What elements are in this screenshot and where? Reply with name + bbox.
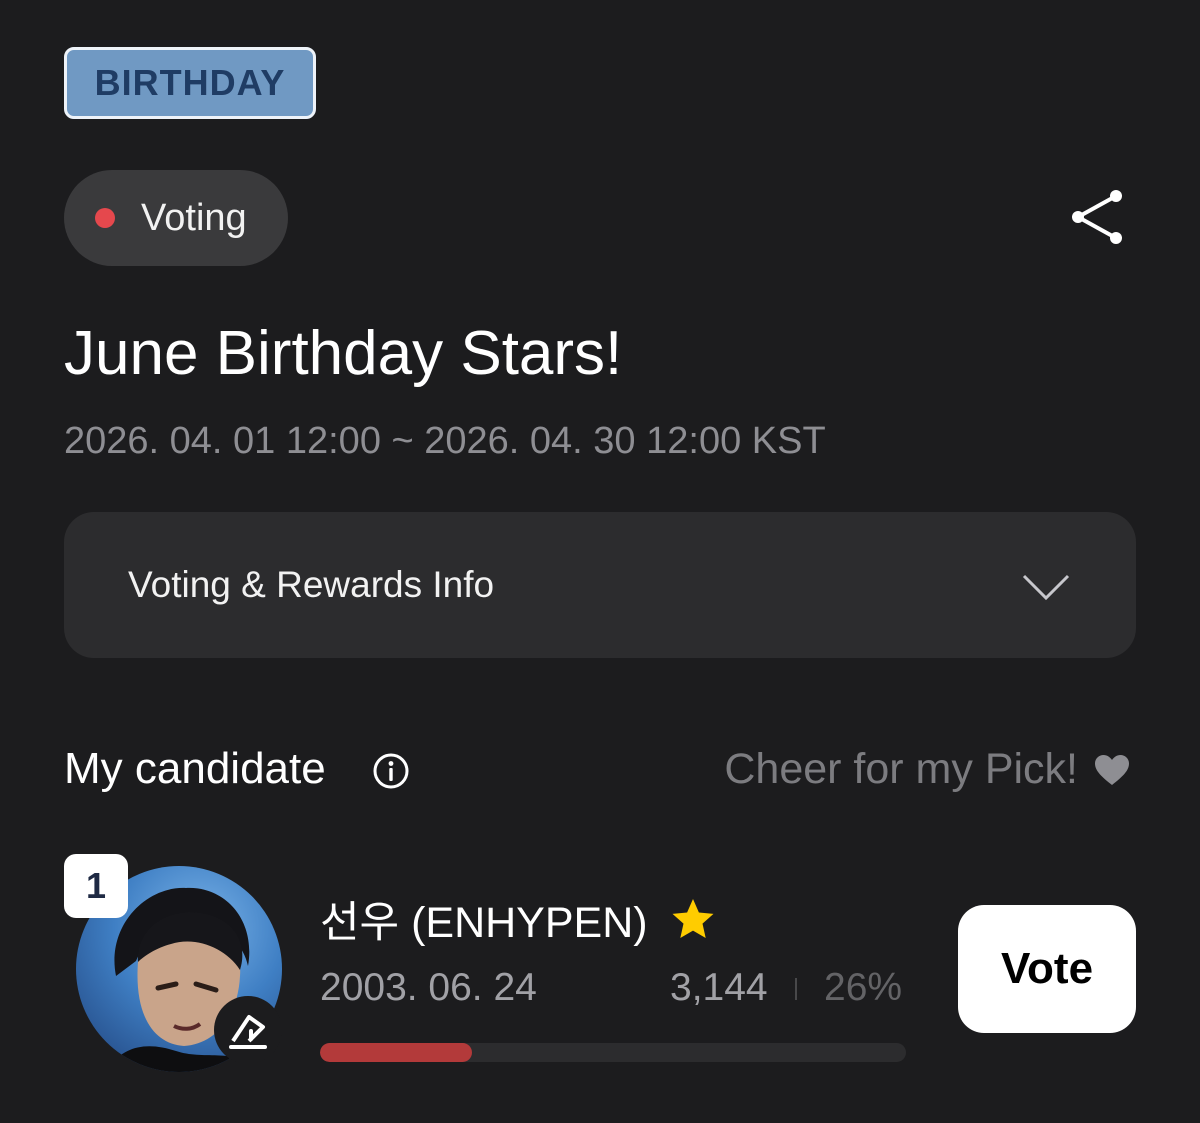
event-period: 2026. 04. 01 12:00 ~ 2026. 04. 30 12:00 … xyxy=(64,420,826,462)
category-label: BIRTHDAY xyxy=(94,62,286,103)
my-candidate-heading: My candidate xyxy=(64,744,326,793)
vote-progress-bar xyxy=(320,1043,906,1062)
vote-progress-fill xyxy=(320,1043,473,1062)
category-badge: BIRTHDAY xyxy=(64,47,316,119)
rank-badge: 1 xyxy=(64,854,128,918)
vote-percent: 26% xyxy=(824,966,903,1009)
candidate-birthdate: 2003. 06. 24 xyxy=(320,966,537,1009)
chevron-down-icon xyxy=(1022,574,1070,601)
edit-icon xyxy=(229,1015,267,1049)
candidate-name-row: 선우 (ENHYPEN) xyxy=(320,888,716,950)
change-candidate-button[interactable] xyxy=(214,996,282,1064)
live-dot-icon xyxy=(95,208,115,228)
status-pill: Voting xyxy=(64,170,288,266)
cheer-for-pick-link[interactable]: Cheer for my Pick! xyxy=(724,745,1130,794)
rank-number: 1 xyxy=(85,865,107,906)
vote-count: 3,144 xyxy=(670,966,768,1009)
info-icon[interactable] xyxy=(372,752,410,790)
candidate-name: 선우 (ENHYPEN) xyxy=(320,899,648,947)
voting-rewards-info-toggle[interactable]: Voting & Rewards Info xyxy=(64,512,1136,658)
heart-icon xyxy=(1095,754,1129,785)
vote-event-page: BIRTHDAY Voting June Birthday Stars! 202… xyxy=(0,0,1200,1123)
share-icon xyxy=(1072,190,1122,244)
share-button[interactable] xyxy=(1068,186,1130,248)
event-title: June Birthday Stars! xyxy=(64,319,623,388)
star-icon xyxy=(672,899,714,938)
vote-button[interactable]: Vote xyxy=(958,905,1136,1033)
voting-rewards-info-label: Voting & Rewards Info xyxy=(128,564,495,605)
status-label: Voting xyxy=(141,196,247,239)
cheer-label: Cheer for my Pick! xyxy=(724,745,1078,793)
divider xyxy=(795,978,797,1000)
